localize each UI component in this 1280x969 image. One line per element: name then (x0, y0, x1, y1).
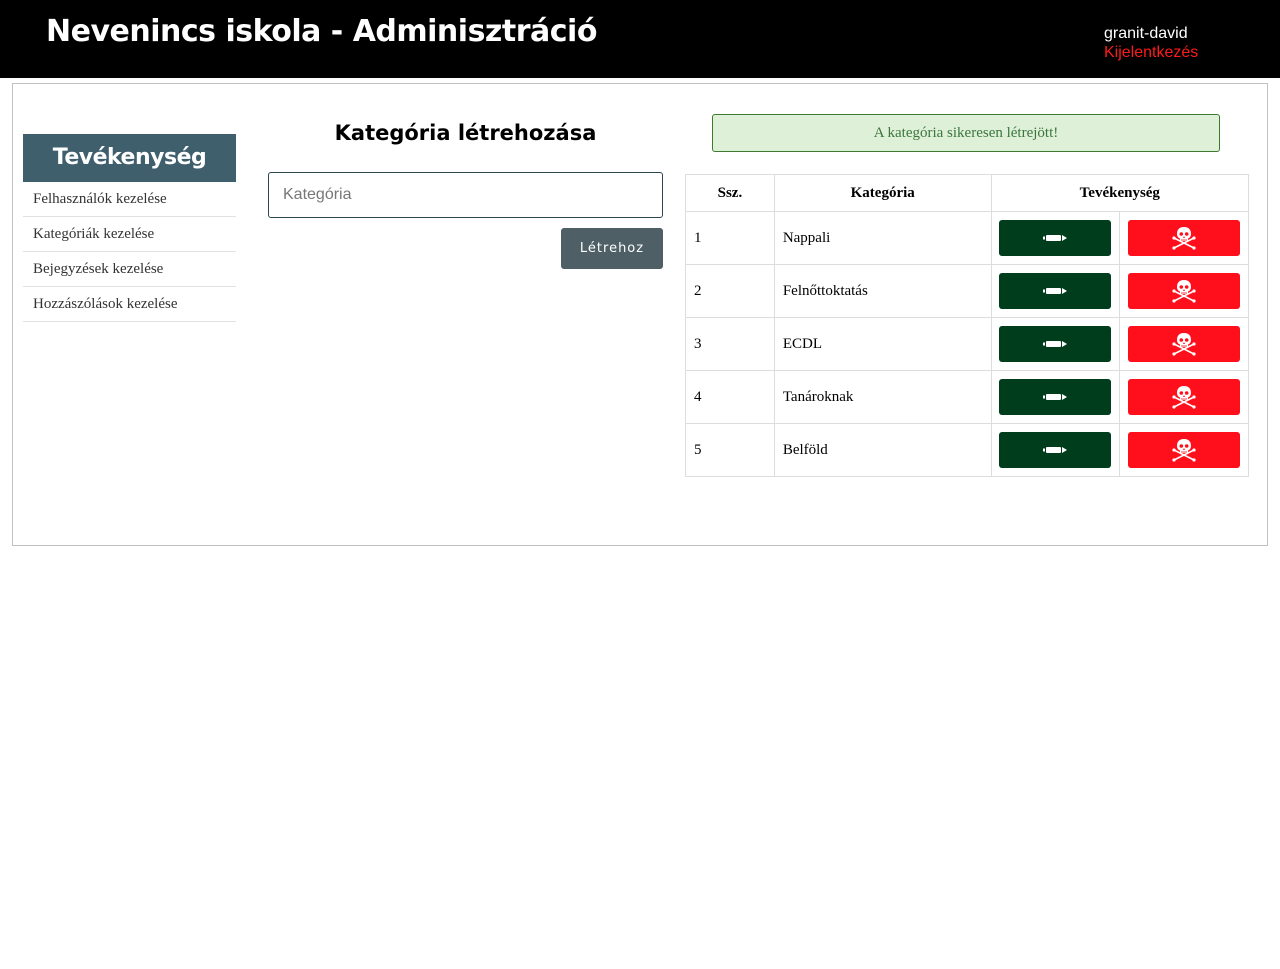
skull-crossbones-icon (1172, 227, 1196, 250)
header-num: Ssz. (685, 174, 775, 212)
delete-button[interactable] (1128, 220, 1241, 256)
row-edit-cell (990, 211, 1121, 265)
table-row: 2 Felnőttoktatás (685, 264, 1249, 318)
header-category: Kategória (773, 174, 992, 212)
delete-button[interactable] (1128, 326, 1241, 362)
row-category: Felnőttoktatás (773, 264, 992, 318)
row-category: Tanároknak (773, 370, 992, 424)
table-row: 5 Belföld (685, 423, 1249, 477)
row-category: ECDL (773, 317, 992, 371)
row-category: Belföld (773, 423, 992, 477)
edit-button[interactable] (999, 220, 1112, 256)
site-title: Nevenincs iskola - Adminisztráció (46, 14, 597, 49)
row-delete-cell (1119, 264, 1249, 318)
table-body: 1 Nappali 2 Felnőttoktatás 3 ECDL 4 Taná… (685, 211, 1249, 477)
skull-crossbones-icon (1172, 333, 1196, 356)
edit-button[interactable] (999, 432, 1112, 468)
table-row: 3 ECDL (685, 317, 1249, 371)
sidebar-title: Tevékenység (23, 134, 236, 182)
row-delete-cell (1119, 423, 1249, 477)
sidebar: Tevékenység Felhasználók kezelése Kategó… (23, 134, 236, 322)
edit-button[interactable] (999, 273, 1112, 309)
row-edit-cell (990, 423, 1121, 477)
category-input[interactable] (268, 172, 663, 218)
category-table: Ssz. Kategória Tevékenység 1 Nappali 2 F… (685, 174, 1250, 477)
form-title: Kategória létrehozása (334, 121, 597, 145)
row-edit-cell (990, 264, 1121, 318)
row-category: Nappali (773, 211, 992, 265)
pencil-icon (1043, 394, 1068, 400)
row-num: 3 (685, 317, 775, 371)
main-container: Tevékenység Felhasználók kezelése Kategó… (12, 83, 1268, 546)
skull-crossbones-icon (1172, 280, 1196, 303)
delete-button[interactable] (1128, 379, 1241, 415)
row-num: 2 (685, 264, 775, 318)
row-edit-cell (990, 370, 1121, 424)
table-row: 1 Nappali (685, 211, 1249, 265)
create-category-form: Kategória létrehozása Létrehoz (268, 118, 663, 269)
row-num: 5 (685, 423, 775, 477)
pencil-icon (1043, 288, 1068, 294)
header-actions: Tevékenység (990, 174, 1250, 212)
sidebar-item-categories[interactable]: Kategóriák kezelése (23, 217, 236, 252)
row-delete-cell (1119, 370, 1249, 424)
row-delete-cell (1119, 211, 1249, 265)
success-alert: A kategória sikeresen létrejött! (712, 114, 1220, 152)
pencil-icon (1043, 447, 1068, 453)
skull-crossbones-icon (1172, 386, 1196, 409)
sidebar-item-posts[interactable]: Bejegyzések kezelése (23, 252, 236, 287)
skull-crossbones-icon (1172, 439, 1196, 462)
table-row: 4 Tanároknak (685, 370, 1249, 424)
delete-button[interactable] (1128, 432, 1241, 468)
row-delete-cell (1119, 317, 1249, 371)
username: granit-david (1104, 25, 1188, 42)
row-num: 4 (685, 370, 775, 424)
logout-link[interactable]: Kijelentkezés (1104, 43, 1198, 62)
pencil-icon (1043, 341, 1068, 347)
edit-button[interactable] (999, 379, 1112, 415)
delete-button[interactable] (1128, 273, 1241, 309)
row-edit-cell (990, 317, 1121, 371)
sidebar-item-comments[interactable]: Hozzászólások kezelése (23, 287, 236, 322)
create-button[interactable]: Létrehoz (561, 228, 663, 269)
user-box: granit-david Kijelentkezés (1104, 24, 1198, 62)
row-num: 1 (685, 211, 775, 265)
top-navbar: Nevenincs iskola - Adminisztráció granit… (0, 0, 1280, 78)
table-header-row: Ssz. Kategória Tevékenység (685, 174, 1250, 212)
sidebar-item-users[interactable]: Felhasználók kezelése (23, 182, 236, 217)
pencil-icon (1043, 235, 1068, 241)
edit-button[interactable] (999, 326, 1112, 362)
